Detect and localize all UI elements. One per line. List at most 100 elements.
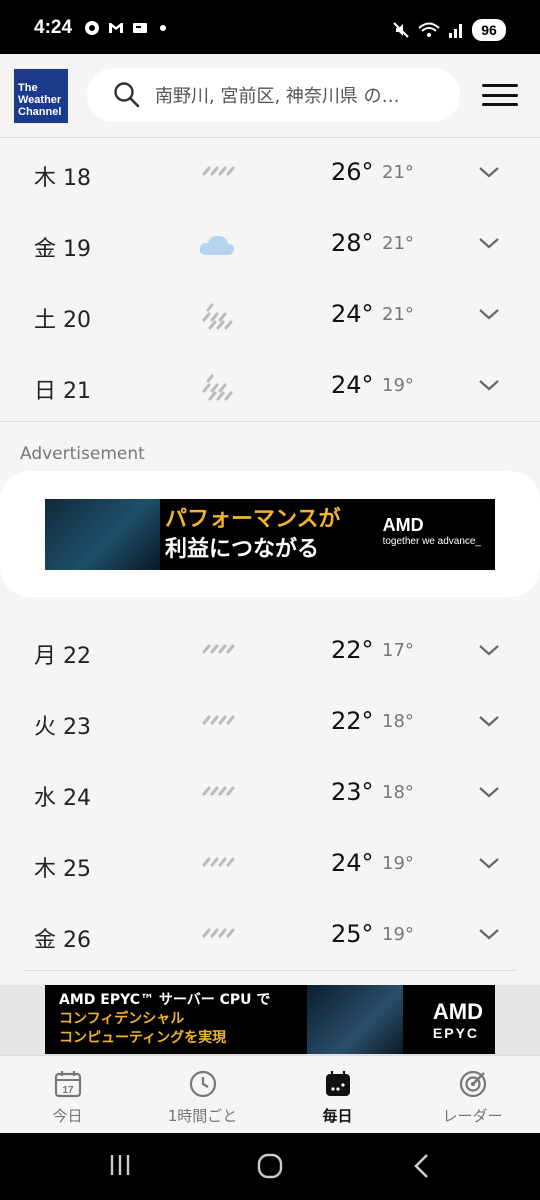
wifi-icon [418,22,440,37]
search-icon [114,82,140,108]
app-notification-icon [85,21,99,35]
forecast-high: 24° [331,300,374,328]
back-icon[interactable] [412,1153,430,1179]
amd-logo: AMD [432,999,483,1024]
forecast-day: 土 20 [34,308,91,333]
ad-line-3: コンピューティングを実現 [59,1030,227,1046]
chevron-down-icon[interactable] [478,643,500,657]
location-search-bar[interactable]: 南野川, 宮前区, 神奈川県 の… [87,68,460,122]
rain-icon [202,786,235,796]
chevron-down-icon[interactable] [478,165,500,179]
tab-radar[interactable]: レーダー [405,1056,540,1133]
forecast-row[interactable]: 金 19 28° 21° [0,209,540,280]
forecast-day: 月 22 [34,644,91,669]
forecast-day: 日 21 [34,379,91,404]
amd-epyc-ad-banner[interactable]: AMD EPYC™ サーバー CPU で コンフィデンシャル コンピューティング… [45,985,495,1054]
chevron-down-icon[interactable] [478,785,500,799]
rain-icon [202,857,235,867]
advertisement-label: Advertisement [20,444,145,464]
cloud-icon [199,235,235,255]
system-navigation-bar [0,1133,540,1200]
calendar-today-icon: 17 [54,1071,81,1098]
ad-tagline: together we advance_ [382,536,481,547]
rain-icon [202,715,235,725]
tab-label: 1時間ごと [167,1107,238,1125]
forecast-row[interactable]: 月 22 22° 17° [0,616,540,687]
bottom-tab-bar: 17 今日 1時間ごと 毎日 レーダー [0,1055,540,1133]
search-location-text: 南野川, 宮前区, 神奈川県 の… [155,86,400,107]
ad-photo [45,499,160,570]
forecast-low: 17° [382,640,414,661]
forecast-high: 28° [331,229,374,257]
status-bar: 4:24 96 [0,0,540,54]
chevron-down-icon[interactable] [478,927,500,941]
mute-icon [393,22,409,38]
ad-line-1: AMD EPYC™ サーバー CPU で [59,992,271,1008]
forecast-day: 火 23 [34,715,91,740]
sticky-ad-container: AMD EPYC™ サーバー CPU で コンフィデンシャル コンピューティング… [0,985,540,1055]
tab-daily[interactable]: 毎日 [270,1056,405,1133]
hamburger-menu-icon[interactable] [482,84,518,106]
tab-label: 毎日 [322,1107,353,1125]
forecast-low: 18° [382,711,414,732]
chevron-down-icon[interactable] [478,856,500,870]
status-time: 4:24 [34,17,73,38]
divider [0,421,540,422]
ad-headline-1: パフォーマンスが [165,507,341,532]
forecast-row[interactable]: 木 18 26° 21° [0,138,540,209]
rain-icon [202,928,235,938]
forecast-low: 21° [382,162,414,183]
forecast-day: 金 19 [34,237,91,262]
more-notifications-icon [160,25,166,31]
forecast-row[interactable]: 金 26 25° 19° [0,900,540,971]
forecast-high: 25° [331,920,374,948]
divider [24,970,516,971]
chevron-down-icon[interactable] [478,236,500,250]
amd-logo: AMD [382,515,424,535]
signal-icon [449,24,462,38]
forecast-low: 19° [382,853,414,874]
forecast-low: 19° [382,375,414,396]
forecast-high: 23° [331,778,374,806]
forecast-high: 22° [331,636,374,664]
tab-hourly[interactable]: 1時間ごと [135,1056,270,1133]
chevron-down-icon[interactable] [478,307,500,321]
forecast-low: 19° [382,924,414,945]
forecast-row[interactable]: 水 24 23° 18° [0,758,540,829]
gmail-icon [109,23,123,33]
heavy-rain-icon [202,303,233,330]
chevron-down-icon[interactable] [478,714,500,728]
forecast-row[interactable]: 火 23 22° 18° [0,687,540,758]
tab-today[interactable]: 17 今日 [0,1056,135,1133]
forecast-day: 金 26 [34,928,91,953]
heavy-rain-icon [202,374,233,401]
clock-icon [189,1070,216,1098]
daily-forecast-list-bottom: 月 22 22° 17° 火 23 22° 18° 水 24 23° 18° 木… [0,616,540,971]
recent-apps-icon[interactable] [108,1153,132,1177]
rain-icon [202,166,235,176]
home-icon[interactable] [257,1153,283,1179]
forecast-low: 18° [382,782,414,803]
ad-headline-2: 利益につながる [165,537,320,562]
forecast-day: 水 24 [34,786,91,811]
epyc-logo: EPYC [432,1025,480,1041]
chevron-down-icon[interactable] [478,378,500,392]
forecast-high: 26° [331,158,374,186]
rain-icon [202,644,235,654]
radar-icon [459,1070,486,1098]
battery-indicator: 96 [472,19,506,41]
app-header: The Weather Channel 南野川, 宮前区, 神奈川県 の… [0,54,540,138]
forecast-low: 21° [382,304,414,325]
forecast-day: 木 25 [34,857,91,882]
forecast-row[interactable]: 木 25 24° 19° [0,829,540,900]
forecast-row[interactable]: 土 20 24° 21° [0,280,540,351]
forecast-high: 24° [331,371,374,399]
ad-photo [307,985,403,1054]
amd-ad-banner[interactable]: パフォーマンスが 利益につながる AMD together we advance… [45,499,495,570]
forecast-high: 24° [331,849,374,877]
advertisement-card: パフォーマンスが 利益につながる AMD together we advance… [0,471,540,597]
daily-forecast-list-top: 木 18 26° 21° 金 19 28° 21° 土 20 24° 21° 日… [0,138,540,422]
tab-label: 今日 [52,1107,83,1125]
weather-channel-logo[interactable]: The Weather Channel [14,69,68,123]
forecast-row[interactable]: 日 21 24° 19° [0,351,540,422]
